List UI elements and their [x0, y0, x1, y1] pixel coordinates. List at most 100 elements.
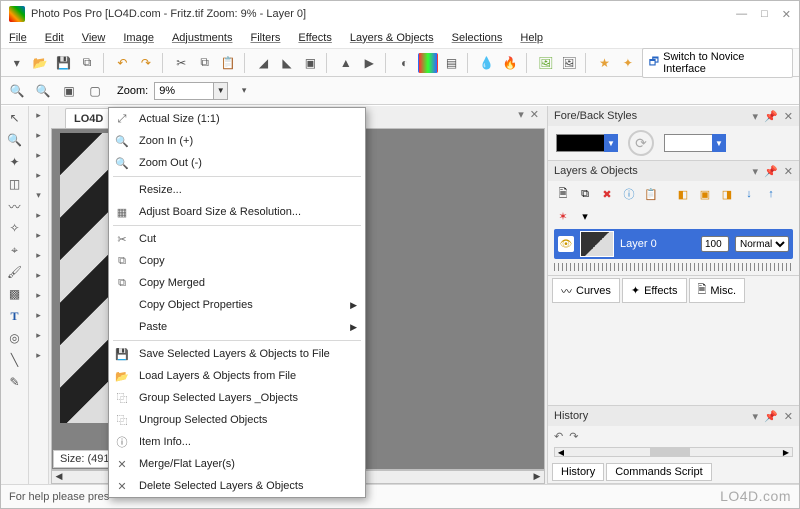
- back-dd-icon[interactable]: ▼: [712, 134, 726, 152]
- ctx-item-17[interactable]: ⓘItem Info...: [109, 431, 365, 453]
- lo-min-icon[interactable]: ▾: [753, 165, 759, 178]
- ctx-item-2[interactable]: 🔍Zoom Out (-): [109, 152, 365, 174]
- tab-misc[interactable]: 🗎Misc.: [689, 278, 746, 303]
- align2-icon[interactable]: ▣: [696, 185, 714, 203]
- crop-tool-icon[interactable]: ◫: [4, 174, 26, 194]
- opacity-input[interactable]: [701, 236, 729, 252]
- zoom-in-icon[interactable]: 🔍: [7, 81, 27, 101]
- flip-v-icon[interactable]: ▶: [360, 53, 379, 73]
- ctx-item-19[interactable]: ✕Delete Selected Layers & Objects: [109, 475, 365, 497]
- star-icon[interactable]: ★: [595, 53, 614, 73]
- ctx-item-5[interactable]: ▦Adjust Board Size & Resolution...: [109, 201, 365, 223]
- shape-tool-icon[interactable]: ◎: [4, 328, 26, 348]
- levels-icon[interactable]: ▤: [442, 53, 461, 73]
- sub-i-icon[interactable]: ▸: [32, 268, 46, 282]
- ctx-item-9[interactable]: ⧉Copy Merged: [109, 272, 365, 294]
- up-icon[interactable]: ↑: [762, 185, 780, 203]
- ctx-item-13[interactable]: 💾Save Selected Layers & Objects to File: [109, 343, 365, 365]
- zoom-out-icon[interactable]: 🔍: [33, 81, 53, 101]
- move-tool-icon[interactable]: ↖: [4, 108, 26, 128]
- align3-icon[interactable]: ◨: [718, 185, 736, 203]
- sub-c-icon[interactable]: ▸: [32, 148, 46, 162]
- hist-undo-icon[interactable]: ↶: [554, 430, 563, 443]
- layer-row[interactable]: 👁 Layer 0 Normal: [554, 229, 793, 259]
- ctx-item-8[interactable]: ⧉Copy: [109, 250, 365, 272]
- fire-icon[interactable]: 🔥: [501, 53, 520, 73]
- text-tool-icon[interactable]: T: [4, 306, 26, 326]
- visibility-icon[interactable]: 👁: [558, 236, 574, 252]
- zoom-tool-icon[interactable]: 🔍: [4, 130, 26, 150]
- sub-g-icon[interactable]: ▸: [32, 228, 46, 242]
- menu-layers-objects[interactable]: Layers & Objects: [350, 32, 434, 44]
- close-button[interactable]: ✕: [782, 8, 791, 21]
- redo-icon[interactable]: ↷: [136, 53, 155, 73]
- zoom-more-icon[interactable]: ▾: [234, 81, 254, 101]
- menu-edit[interactable]: Edit: [45, 32, 64, 44]
- minimize-button[interactable]: —: [736, 8, 747, 21]
- hist-min-icon[interactable]: ▾: [753, 410, 759, 423]
- more-icon[interactable]: ▾: [576, 207, 594, 225]
- pattern-tool-icon[interactable]: ▩: [4, 284, 26, 304]
- copy2-icon[interactable]: ⧉: [195, 53, 214, 73]
- swap-colors-icon[interactable]: ⟳: [628, 130, 654, 156]
- scroll-right-icon[interactable]: ▶: [530, 471, 544, 483]
- zoom-dropdown-icon[interactable]: ▼: [214, 82, 228, 100]
- copy-icon[interactable]: ⧉: [77, 53, 96, 73]
- ctx-item-4[interactable]: Resize...: [109, 179, 365, 201]
- menu-selections[interactable]: Selections: [452, 32, 503, 44]
- sub-e-icon[interactable]: ▾: [32, 188, 46, 202]
- tool-c-icon[interactable]: ▣: [301, 53, 320, 73]
- tab-curves[interactable]: 〰Curves: [552, 278, 620, 303]
- dup-layer-icon[interactable]: ⧉: [576, 185, 594, 203]
- sub-m-icon[interactable]: ▸: [32, 348, 46, 362]
- sub-h-icon[interactable]: ▸: [32, 248, 46, 262]
- drop-icon[interactable]: 💧: [477, 53, 496, 73]
- zoom-combo[interactable]: ▼: [154, 82, 228, 100]
- tab-effects[interactable]: ✦Effects: [622, 278, 687, 303]
- switch-interface-button[interactable]: 🗗 Switch to Novice Interface: [642, 48, 793, 78]
- background-swatch[interactable]: ▼: [664, 134, 726, 152]
- paste-icon[interactable]: 📋: [218, 53, 237, 73]
- align1-icon[interactable]: ◧: [674, 185, 692, 203]
- blend-select[interactable]: Normal: [735, 236, 789, 252]
- contrast-icon[interactable]: ◐: [395, 53, 414, 73]
- panel-close-icon[interactable]: ✕: [784, 110, 793, 123]
- clone-tool-icon[interactable]: ⌖: [4, 240, 26, 260]
- menu-image[interactable]: Image: [123, 32, 154, 44]
- panel-pin-icon[interactable]: 📌: [764, 110, 778, 123]
- down-icon[interactable]: ↓: [740, 185, 758, 203]
- panel-min-icon[interactable]: ▾: [753, 110, 759, 123]
- palette-icon[interactable]: [418, 53, 437, 73]
- select-tool-icon[interactable]: ✦: [4, 152, 26, 172]
- brush-tool-icon[interactable]: 🖌: [4, 262, 26, 282]
- menu-view[interactable]: View: [82, 32, 106, 44]
- tool-b-icon[interactable]: ◣: [277, 53, 296, 73]
- doc-min-icon[interactable]: ▾: [518, 108, 524, 121]
- ctx-item-14[interactable]: 📂Load Layers & Objects from File: [109, 365, 365, 387]
- magic-tool-icon[interactable]: ✧: [4, 218, 26, 238]
- image-icon[interactable]: 🖼: [536, 53, 555, 73]
- open-icon[interactable]: 📂: [30, 53, 49, 73]
- doc-close-icon[interactable]: ✕: [530, 108, 539, 121]
- sub-l-icon[interactable]: ▸: [32, 328, 46, 342]
- ctx-item-1[interactable]: 🔍Zoon In (+): [109, 130, 365, 152]
- sub-d-icon[interactable]: ▸: [32, 168, 46, 182]
- tool-a-icon[interactable]: ◢: [254, 53, 273, 73]
- fore-dd-icon[interactable]: ▼: [604, 134, 618, 152]
- hist-right-icon[interactable]: ▶: [780, 448, 792, 456]
- lasso-tool-icon[interactable]: 〰: [4, 196, 26, 216]
- sub-f-icon[interactable]: ▸: [32, 208, 46, 222]
- wand-icon[interactable]: ✦: [618, 53, 637, 73]
- zoom-input[interactable]: [154, 82, 214, 100]
- hist-thumb[interactable]: [650, 448, 690, 456]
- opacity-slider[interactable]: [554, 263, 793, 271]
- ctx-item-11[interactable]: Paste▶: [109, 316, 365, 338]
- hist-redo-icon[interactable]: ↷: [569, 430, 578, 443]
- save-icon[interactable]: 💾: [54, 53, 73, 73]
- hist-pin-icon[interactable]: 📌: [764, 410, 778, 423]
- line-tool-icon[interactable]: ╲: [4, 350, 26, 370]
- lo-close-icon[interactable]: ✕: [784, 165, 793, 178]
- ctx-item-0[interactable]: ⤢Actual Size (1:1): [109, 108, 365, 130]
- sub-a-icon[interactable]: ▸: [32, 108, 46, 122]
- ctx-item-18[interactable]: ✕Merge/Flat Layer(s): [109, 453, 365, 475]
